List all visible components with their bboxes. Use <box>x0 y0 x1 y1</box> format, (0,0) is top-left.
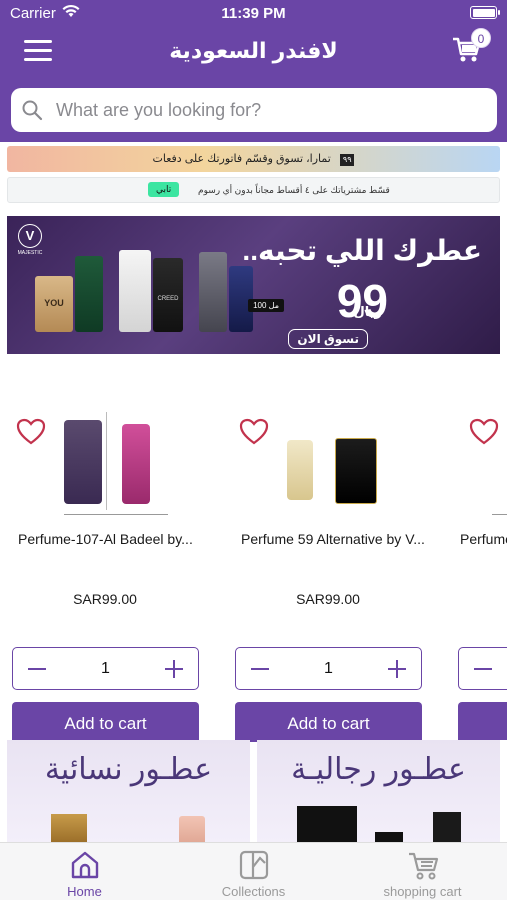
heart-icon[interactable] <box>469 418 499 446</box>
status-bar: Carrier 11:39 PM <box>0 0 507 28</box>
tamara-logo: ٩٩ <box>339 154 355 166</box>
add-to-cart-button[interactable]: Add to cart <box>12 702 199 742</box>
perfume-bottle-image: CREED <box>153 258 183 332</box>
tabby-promo-text: قسّط مشترياتك على ٤ أقساط مجاناً بدون أي… <box>198 185 390 195</box>
minus-icon[interactable] <box>472 658 494 680</box>
add-to-cart-button[interactable] <box>458 702 507 740</box>
product-price: SAR99.00 <box>73 591 137 607</box>
perfume-bottle-image <box>75 256 103 332</box>
product-card[interactable]: Perfume-107-Al Badeel by... SAR99.00 1 A… <box>6 400 211 742</box>
quantity-stepper: 1 <box>235 647 422 690</box>
tabby-badge: تابي <box>148 182 180 197</box>
perfume-bottle-image <box>51 814 87 842</box>
category-title: عطـور رجاليـة <box>291 753 466 786</box>
tab-label: Home <box>67 884 102 899</box>
product-image[interactable] <box>267 412 417 524</box>
quantity-stepper: 1 <box>12 647 199 690</box>
hero-currency: ريال <box>353 304 382 319</box>
plus-icon[interactable] <box>163 658 185 680</box>
minus-icon[interactable] <box>249 658 271 680</box>
product-image[interactable] <box>44 412 194 524</box>
search-input[interactable]: What are you looking for? <box>11 88 497 132</box>
perfume-bottle-image <box>199 252 227 332</box>
perfume-bottle-image <box>297 806 357 842</box>
heart-icon[interactable] <box>239 418 269 446</box>
minus-icon[interactable] <box>26 658 48 680</box>
tab-label: shopping cart <box>383 884 462 899</box>
app-title: لافندر السعودية <box>169 38 338 63</box>
brand-logo: V MAJESTIC <box>15 224 45 256</box>
tab-home[interactable]: Home <box>0 843 169 900</box>
hero-volume-badge: 100 مل <box>248 299 284 312</box>
heart-icon[interactable] <box>16 418 46 446</box>
search-icon <box>22 100 43 121</box>
product-name[interactable]: Perfume-107-Al Badeel by... <box>18 531 208 547</box>
bottom-tab-bar: Home Collections shopping cart <box>0 842 507 900</box>
tabby-promo-banner[interactable]: تابي قسّط مشترياتك على ٤ أقساط مجاناً بد… <box>7 177 500 203</box>
home-icon <box>71 851 99 879</box>
perfume-bottle-image: YOU <box>35 276 73 332</box>
status-time: 11:39 PM <box>221 5 286 22</box>
quantity-value[interactable]: 1 <box>73 660 138 678</box>
product-card[interactable]: Perfume 59 Alternative by V... SAR99.00 … <box>229 400 434 742</box>
brand-name: MAJESTIC <box>17 250 43 256</box>
header-cart-button[interactable]: 0 <box>451 28 491 68</box>
hero-shop-now-button[interactable]: تسوق الان <box>288 329 368 349</box>
product-card[interactable]: Perfume <box>452 400 507 740</box>
cart-count-badge: 0 <box>471 28 491 48</box>
perfume-bottle-image <box>433 812 461 842</box>
product-name[interactable]: Perfume <box>460 531 507 547</box>
category-women-perfumes[interactable]: عطـور نسائية <box>7 740 250 842</box>
tamara-promo-banner[interactable]: ٩٩ تمارا، تسوق وقسّم فاتورتك على دفعات <box>7 146 500 172</box>
collections-icon <box>239 850 269 880</box>
product-price: SAR99.00 <box>296 591 360 607</box>
quantity-stepper <box>458 647 507 690</box>
quantity-value[interactable]: 1 <box>296 660 361 678</box>
bottle-label: YOU <box>44 298 64 308</box>
tab-label: Collections <box>221 884 286 899</box>
app-header: Carrier 11:39 PM لافندر السعودية 0 What … <box>0 0 507 142</box>
hero-banner[interactable]: V MAJESTIC YOU CREED عطرك اللي تحبه.. 99… <box>7 216 500 354</box>
plus-icon[interactable] <box>386 658 408 680</box>
perfume-bottle-image <box>179 816 205 842</box>
perfume-bottle-image <box>119 250 151 332</box>
tab-collections[interactable]: Collections <box>169 843 338 900</box>
search-placeholder: What are you looking for? <box>56 100 262 120</box>
product-name[interactable]: Perfume 59 Alternative by V... <box>241 531 431 547</box>
add-to-cart-button[interactable]: Add to cart <box>235 702 422 742</box>
bottle-label: CREED <box>157 296 179 302</box>
battery-icon <box>470 6 500 19</box>
category-men-perfumes[interactable]: عطـور رجاليـة <box>257 740 500 842</box>
hero-headline: عطرك اللي تحبه.. <box>242 235 482 266</box>
tamara-promo-text: تمارا، تسوق وقسّم فاتورتك على دفعات <box>152 153 331 165</box>
category-title: عطـور نسائية <box>44 753 213 786</box>
cart-icon <box>409 852 439 880</box>
perfume-bottle-image <box>375 832 403 842</box>
tab-shopping-cart[interactable]: shopping cart <box>338 843 507 900</box>
